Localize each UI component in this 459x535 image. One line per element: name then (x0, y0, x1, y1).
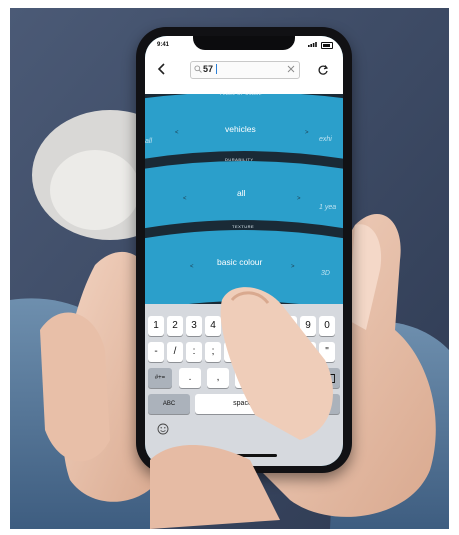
thumb-overlay (150, 287, 333, 529)
photo-scene: 9:41 57 PLACE OF USAGE all < vehicles > … (0, 0, 459, 535)
